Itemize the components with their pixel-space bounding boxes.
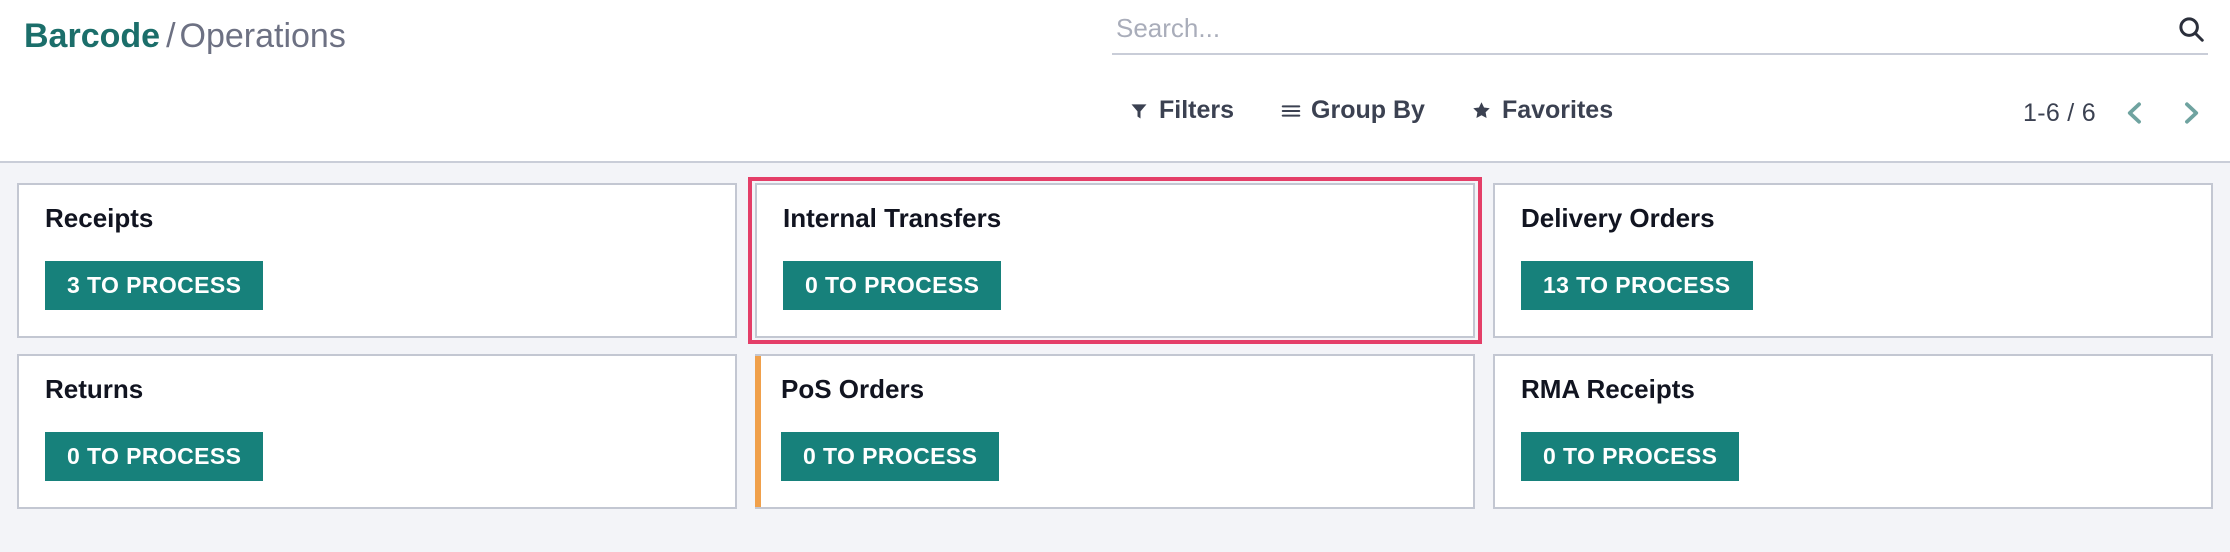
- control-panel: Barcode / Operations Search... Filters G…: [0, 0, 2230, 163]
- search-icon[interactable]: [2174, 12, 2208, 46]
- kanban-card-pos-orders[interactable]: PoS Orders 0 TO PROCESS: [754, 354, 1475, 509]
- kanban-card-title: PoS Orders: [780, 374, 925, 404]
- to-process-button[interactable]: 13 TO PROCESS: [1520, 261, 1753, 311]
- kanban-cell: Receipts 3 TO PROCESS: [8, 175, 746, 346]
- kanban-card-returns[interactable]: Returns 0 TO PROCESS: [17, 354, 737, 509]
- filter-funnel-icon: [1128, 100, 1150, 122]
- pager-range-value: 1-6 / 6: [2023, 98, 2096, 127]
- control-panel-top: Barcode / Operations: [0, 0, 2230, 78]
- to-process-button[interactable]: 0 TO PROCESS: [45, 432, 264, 482]
- pager-next-button[interactable]: [2174, 96, 2208, 130]
- filters-dropdown-toggle[interactable]: Filters: [1128, 96, 1234, 125]
- to-process-button[interactable]: 3 TO PROCESS: [45, 261, 264, 311]
- group-by-label: Group By: [1311, 96, 1425, 124]
- kanban-card-title: RMA Receipts: [1520, 374, 1695, 404]
- to-process-button[interactable]: 0 TO PROCESS: [1520, 432, 1740, 482]
- barcode-operations-page: Barcode / Operations Search... Filters G…: [0, 0, 2230, 552]
- kanban-cell: Internal Transfers 0 TO PROCESS: [746, 175, 1484, 346]
- kanban-card-title: Internal Transfers: [782, 203, 1002, 233]
- favorites-dropdown-toggle[interactable]: Favorites: [1471, 96, 1613, 125]
- kanban-cell: PoS Orders 0 TO PROCESS: [746, 346, 1484, 517]
- group-by-lines-icon: [1280, 100, 1302, 122]
- kanban-card-color-accent: [754, 356, 761, 507]
- search-view: [1112, 12, 2208, 55]
- kanban-card-rma-receipts[interactable]: RMA Receipts 0 TO PROCESS: [1492, 354, 2213, 509]
- pager-previous-button[interactable]: [2118, 96, 2152, 130]
- breadcrumb-current-operations: Operations: [179, 17, 346, 55]
- kanban-view: Receipts 3 TO PROCESS Internal Transfers…: [0, 163, 2230, 552]
- to-process-button[interactable]: 0 TO PROCESS: [780, 432, 1000, 482]
- filters-label: Filters: [1159, 96, 1235, 124]
- control-panel-bottom: Filters Group By Favorites 1-6 / 6: [0, 78, 2230, 162]
- breadcrumb: Barcode / Operations: [0, 0, 346, 55]
- kanban-card-delivery-orders[interactable]: Delivery Orders 13 TO PROCESS: [1492, 183, 2213, 338]
- kanban-card-title: Receipts: [45, 203, 154, 233]
- search-input[interactable]: [1112, 12, 2166, 46]
- favorites-label: Favorites: [1501, 96, 1614, 124]
- breadcrumb-separator: /: [166, 17, 176, 55]
- kanban-cell: Returns 0 TO PROCESS: [8, 346, 746, 517]
- kanban-cell: Delivery Orders 13 TO PROCESS: [1484, 175, 2222, 346]
- kanban-card-title: Delivery Orders: [1520, 203, 1715, 233]
- kanban-card-internal-transfers[interactable]: Internal Transfers 0 TO PROCESS: [754, 183, 1475, 338]
- kanban-cell: RMA Receipts 0 TO PROCESS: [1484, 346, 2222, 517]
- group-by-dropdown-toggle[interactable]: Group By: [1280, 96, 1425, 125]
- star-icon: [1471, 100, 1493, 122]
- kanban-card-receipts[interactable]: Receipts 3 TO PROCESS: [17, 183, 737, 338]
- to-process-button[interactable]: 0 TO PROCESS: [782, 261, 1002, 311]
- breadcrumb-root-barcode[interactable]: Barcode: [24, 17, 160, 55]
- pager: 1-6 / 6: [2023, 96, 2208, 130]
- kanban-card-title: Returns: [45, 374, 144, 404]
- search-options: Filters Group By Favorites: [1128, 96, 1613, 125]
